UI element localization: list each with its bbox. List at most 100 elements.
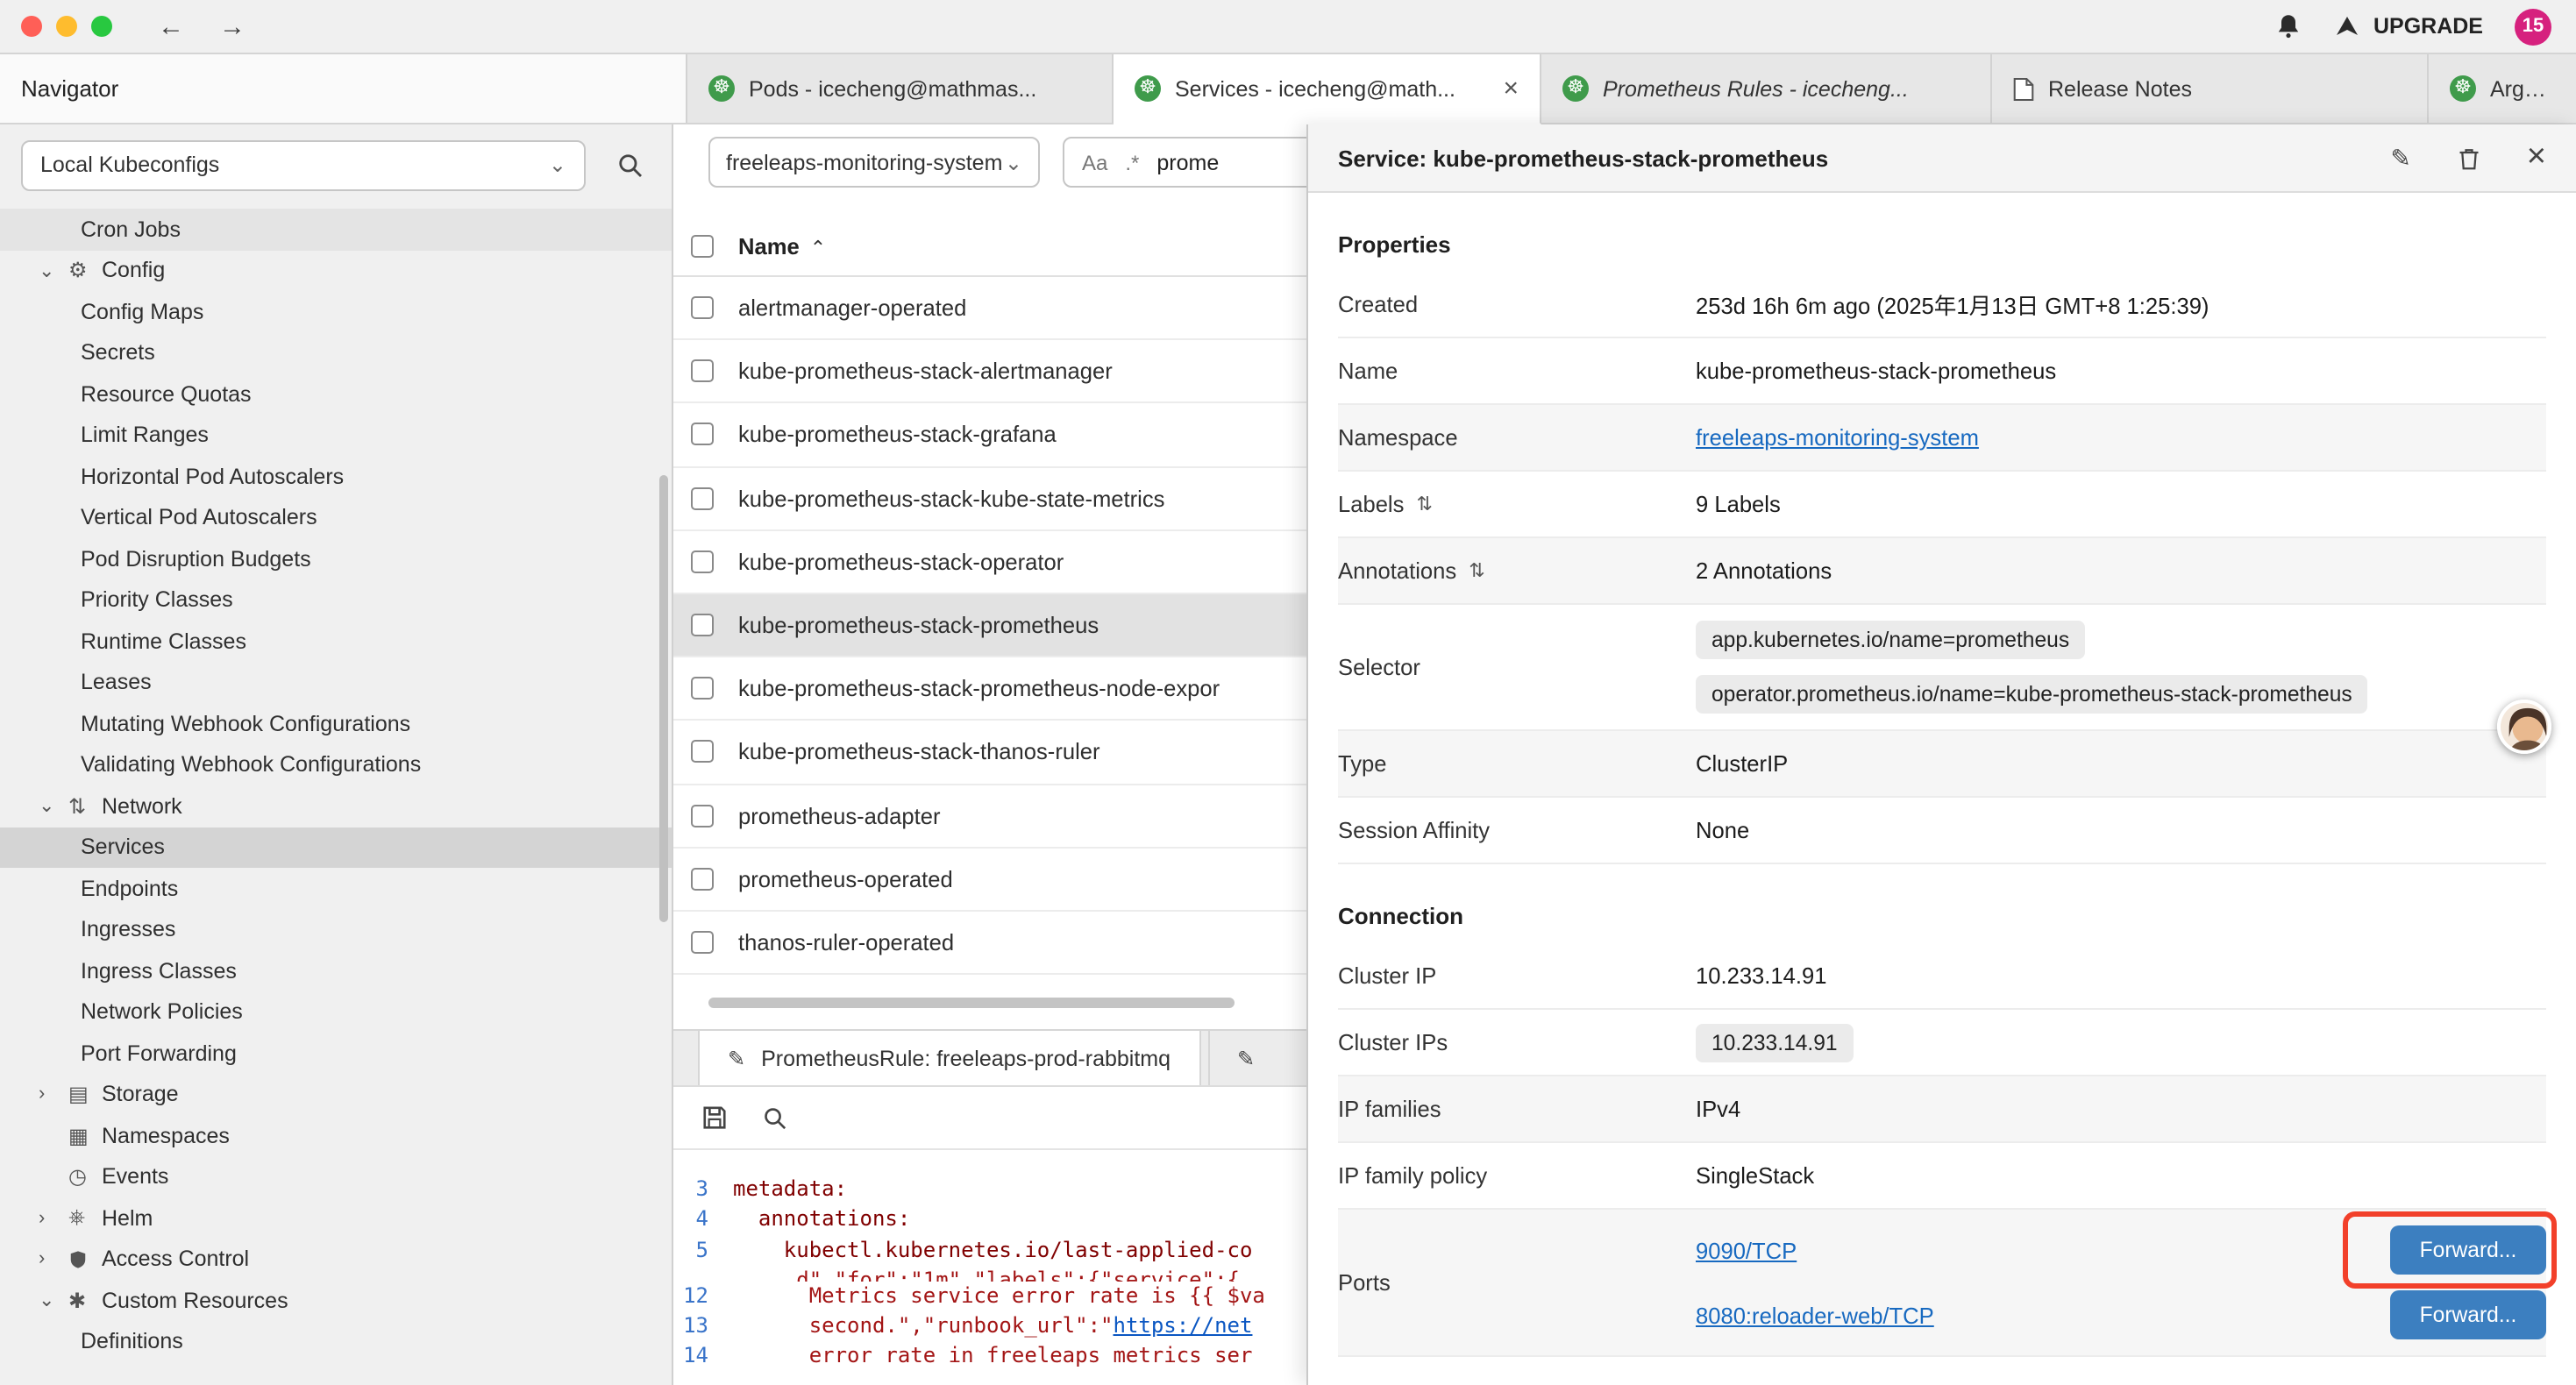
tab-argo[interactable]: ☸ Argo S [2429, 54, 2576, 123]
sidebar-item-leases[interactable]: Leases [0, 662, 672, 703]
connection-heading: Connection [1338, 903, 2546, 929]
tab-services[interactable]: ☸ Services - icecheng@math... × [1114, 54, 1541, 124]
dock-tab-partial[interactable]: ✎ [1207, 1031, 1313, 1085]
sidebar-item-limit-ranges[interactable]: Limit Ranges [0, 415, 672, 456]
expand-toggle-icon[interactable]: ⇅ [1469, 559, 1484, 582]
row-checkbox[interactable] [691, 614, 714, 636]
network-arrows-icon: ⇅ [68, 794, 102, 819]
delete-trash-icon[interactable] [2457, 145, 2481, 171]
namespace-link[interactable]: freeleaps-monitoring-system [1696, 424, 1979, 451]
sidebar-item-namespaces[interactable]: ▦ Namespaces [0, 1115, 672, 1156]
forward-button[interactable]: Forward... [2390, 1225, 2546, 1275]
document-icon [2013, 76, 2034, 101]
namespace-select-value: freeleaps-monitoring-system [726, 150, 1002, 174]
minimize-window-button[interactable] [56, 16, 77, 37]
sidebar-item-pod-disruption-budgets[interactable]: Pod Disruption Budgets [0, 538, 672, 579]
tab-pods[interactable]: ☸ Pods - icecheng@mathmas... [687, 54, 1114, 123]
sidebar-item-config[interactable]: ⌄ ⚙ Config [0, 250, 672, 291]
sidebar-item-cron-jobs[interactable]: Cron Jobs [0, 209, 672, 250]
pencil-icon: ✎ [728, 1046, 745, 1070]
storage-icon: ▤ [68, 1083, 102, 1107]
tab-prometheus-rules[interactable]: ☸ Prometheus Rules - icecheng... [1541, 54, 1992, 123]
url-text: https://net [1114, 1311, 1253, 1342]
row-checkbox[interactable] [691, 487, 714, 509]
sidebar-item-ingresses[interactable]: Ingresses [0, 909, 672, 950]
sidebar-item-network-policies[interactable]: Network Policies [0, 991, 672, 1033]
close-drawer-icon[interactable]: × [2527, 138, 2546, 177]
sidebar-item-access-control[interactable]: › Access Control [0, 1239, 672, 1280]
sidebar-item-services[interactable]: Services [0, 827, 672, 868]
pencil-icon: ✎ [1237, 1046, 1255, 1070]
sort-ascending-icon[interactable]: ⌃ [810, 236, 826, 259]
sidebar-item-secrets[interactable]: Secrets [0, 332, 672, 373]
navigator-tree: Cron Jobs ⌄ ⚙ Config Config Maps Secrets… [0, 209, 672, 1362]
helm-icon: ⎈ [68, 1205, 102, 1232]
dock-tab-prometheusrule[interactable]: ✎ PrometheusRule: freeleaps-prod-rabbitm… [698, 1031, 1200, 1085]
selector-badge: app.kubernetes.io/name=prometheus [1696, 621, 2085, 659]
close-window-button[interactable] [21, 16, 42, 37]
close-tab-icon[interactable]: × [1496, 74, 1519, 103]
property-row-annotations: Annotations⇅ 2 Annotations [1338, 538, 2546, 605]
titlebar: ← → UPGRADE 15 [0, 0, 2576, 54]
sidebar-item-vertical-pod-autoscalers[interactable]: Vertical Pod Autoscalers [0, 497, 672, 538]
match-case-icon[interactable]: Aa [1082, 150, 1107, 174]
sidebar-item-events[interactable]: ◷ Events [0, 1156, 672, 1197]
row-checkbox[interactable] [691, 423, 714, 446]
regex-icon[interactable]: .* [1125, 150, 1139, 174]
notifications-bell-icon[interactable] [2275, 12, 2303, 40]
back-icon[interactable]: ← [158, 11, 184, 41]
save-icon[interactable] [701, 1104, 728, 1131]
row-checkbox[interactable] [691, 741, 714, 764]
sidebar-scrollbar[interactable] [659, 475, 668, 922]
annotation-highlight-box: Forward... [2390, 1225, 2546, 1275]
row-checkbox[interactable] [691, 804, 714, 827]
sidebar-item-priority-classes[interactable]: Priority Classes [0, 579, 672, 621]
chevron-down-icon: ⌄ [39, 795, 68, 818]
custom-resources-icon: ✱ [68, 1289, 102, 1313]
row-checkbox[interactable] [691, 550, 714, 573]
sidebar-item-config-maps[interactable]: Config Maps [0, 291, 672, 332]
scrollbar-thumb[interactable] [708, 998, 1235, 1008]
sidebar-search-icon[interactable] [617, 152, 644, 178]
expand-toggle-icon[interactable]: ⇅ [1416, 493, 1432, 515]
navigator-header: Navigator [0, 54, 687, 123]
sidebar-item-storage[interactable]: › ▤ Storage [0, 1074, 672, 1115]
sidebar-item-network[interactable]: ⌄ ⇅ Network [0, 785, 672, 827]
sidebar-item-runtime-classes[interactable]: Runtime Classes [0, 621, 672, 662]
upgrade-button[interactable]: UPGRADE [2335, 13, 2483, 39]
sidebar-item-ingress-classes[interactable]: Ingress Classes [0, 950, 672, 991]
row-checkbox[interactable] [691, 677, 714, 700]
row-checkbox[interactable] [691, 868, 714, 891]
forward-button[interactable]: Forward... [2390, 1290, 2546, 1339]
sidebar-item-mutating-webhook-configurations[interactable]: Mutating Webhook Configurations [0, 703, 672, 744]
namespace-select[interactable]: freeleaps-monitoring-system ⌄ [708, 137, 1040, 188]
window-controls [0, 16, 112, 37]
forward-icon[interactable]: → [219, 11, 246, 41]
row-checkbox[interactable] [691, 296, 714, 319]
sidebar-item-validating-webhook-configurations[interactable]: Validating Webhook Configurations [0, 744, 672, 785]
row-checkbox[interactable] [691, 931, 714, 954]
sidebar-item-endpoints[interactable]: Endpoints [0, 868, 672, 909]
name-column-header[interactable]: Name [738, 232, 800, 259]
maximize-window-button[interactable] [91, 16, 112, 37]
connection-row-cluster-ips: Cluster IPs 10.233.14.91 [1338, 1010, 2546, 1076]
port-link-9090[interactable]: 9090/TCP [1696, 1237, 1797, 1263]
user-avatar[interactable] [2497, 700, 2551, 754]
tab-release-notes[interactable]: Release Notes [1992, 54, 2429, 123]
editor-search-icon[interactable] [763, 1105, 787, 1130]
row-checkbox[interactable] [691, 360, 714, 383]
notification-count-badge[interactable]: 15 [2515, 8, 2551, 45]
port-link-8080[interactable]: 8080:reloader-web/TCP [1696, 1302, 1934, 1328]
select-all-checkbox[interactable] [691, 234, 714, 257]
shield-icon [68, 1250, 102, 1269]
sidebar-item-custom-resources[interactable]: ⌄ ✱ Custom Resources [0, 1280, 672, 1321]
sidebar-item-port-forwarding[interactable]: Port Forwarding [0, 1033, 672, 1074]
sidebar-item-resource-quotas[interactable]: Resource Quotas [0, 373, 672, 415]
edit-pencil-icon[interactable]: ✎ [2390, 143, 2410, 173]
app-window: ← → UPGRADE 15 Navigator ☸ Pods - iceche… [0, 0, 2576, 1385]
kubeconfig-source-select[interactable]: Local Kubeconfigs ⌄ [21, 139, 586, 190]
upgrade-label: UPGRADE [2373, 14, 2483, 39]
sidebar-item-helm[interactable]: › ⎈ Helm [0, 1197, 672, 1239]
sidebar-item-horizontal-pod-autoscalers[interactable]: Horizontal Pod Autoscalers [0, 456, 672, 497]
sidebar-item-definitions[interactable]: Definitions [0, 1321, 672, 1362]
